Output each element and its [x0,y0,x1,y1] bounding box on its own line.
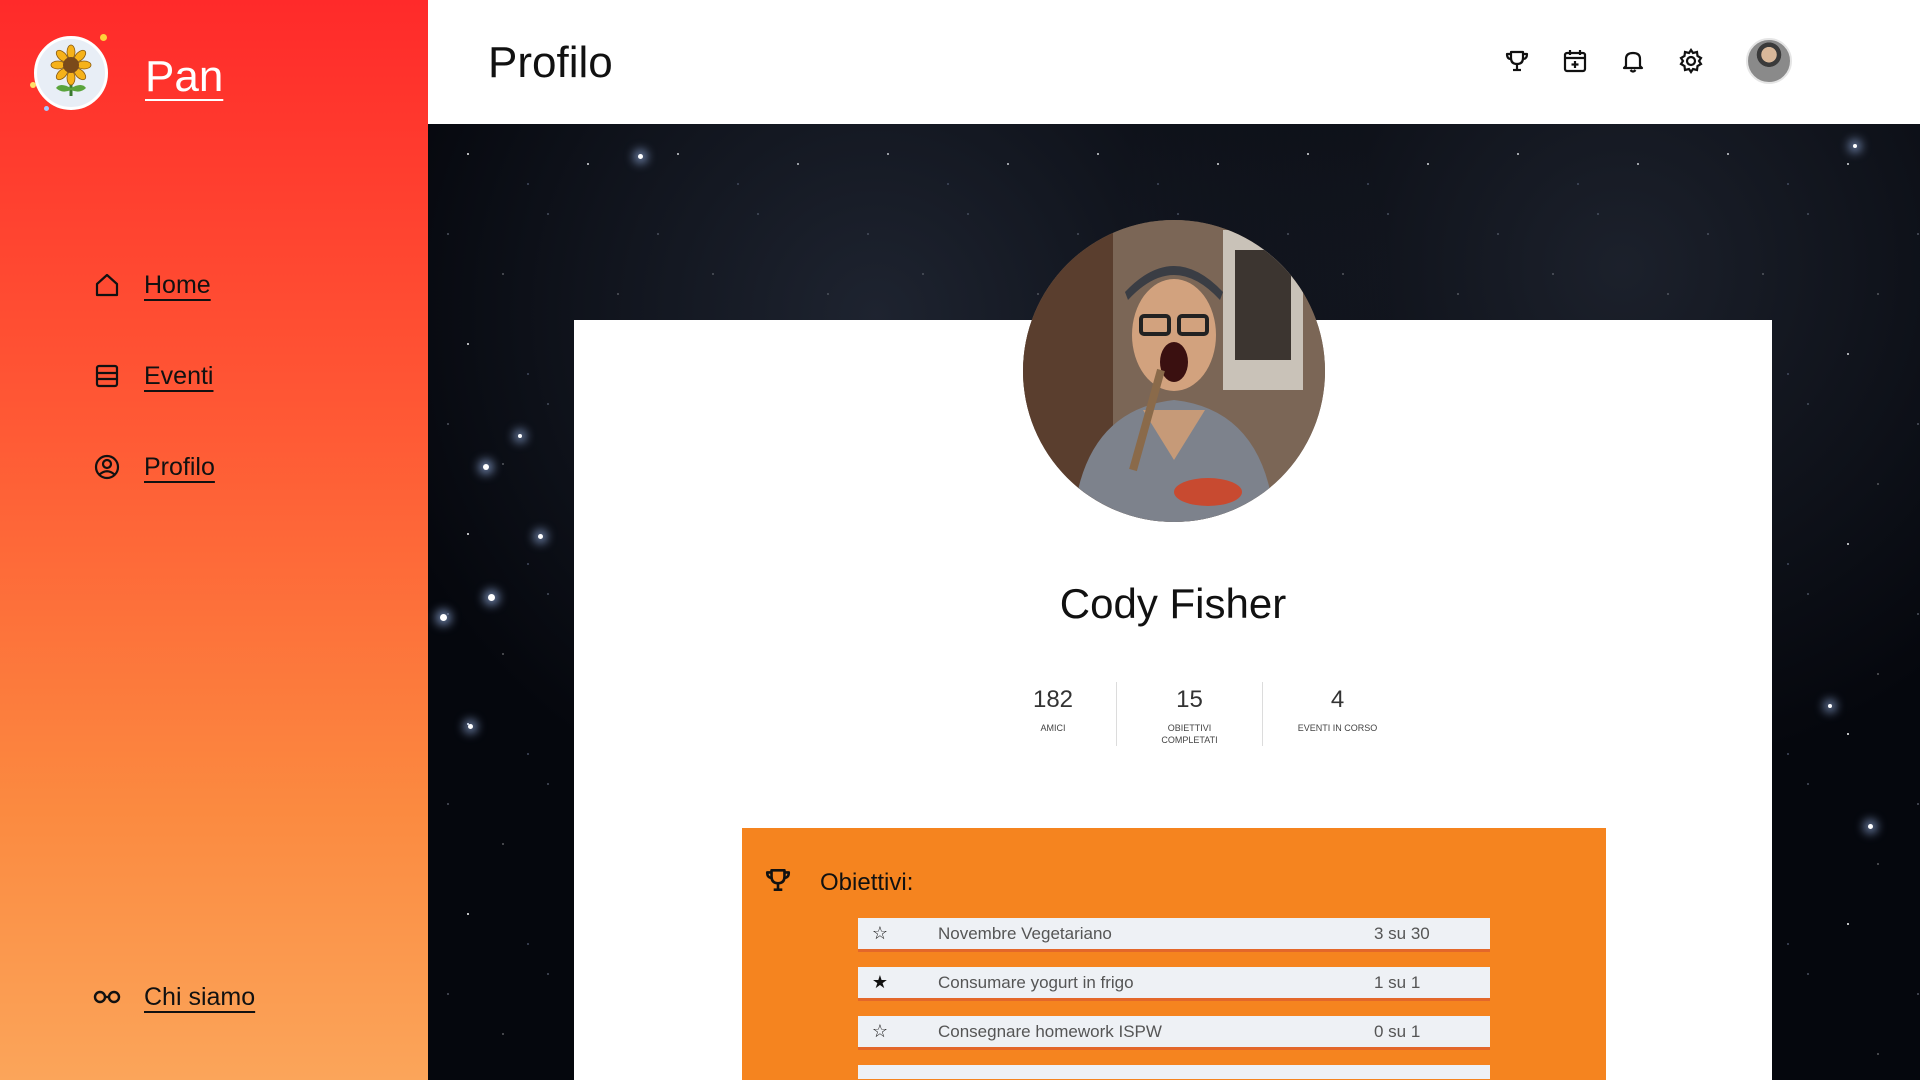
star [638,154,643,159]
star-filled-icon[interactable]: ★ [858,972,902,993]
objective-row-partial[interactable] [858,1065,1490,1079]
app-logo[interactable] [34,36,108,110]
stat-eventi-in-corso[interactable]: 4 EVENTI IN CORSO [1262,682,1412,746]
logo-sparkle [44,106,49,111]
stat-value: 4 [1330,686,1345,713]
profile-photo [1023,220,1325,522]
home-icon [92,270,122,300]
star [518,434,522,438]
sidebar-item-profilo[interactable]: Profilo [92,452,215,482]
logo-sparkle [100,34,107,41]
star [440,614,447,621]
objective-name: Consumare yogurt in frigo [938,972,1134,992]
app-brand-name[interactable]: Pan [145,52,223,102]
star [468,724,473,729]
star [538,534,543,539]
star [488,594,495,601]
sidebar: Pan Home Eventi Profilo Chi siamo [0,0,428,1080]
objective-row[interactable]: ★ Consumare yogurt in frigo 1 su 1 [858,967,1490,1001]
header-actions [1502,38,1792,84]
stat-amici[interactable]: 182 AMICI [990,682,1116,746]
star [1828,704,1832,708]
star [1853,144,1857,148]
top-header: Profilo [428,0,1920,124]
objective-name: Consegnare homework ISPW [938,1021,1162,1041]
page-title: Profilo [488,38,613,87]
star [483,464,489,470]
sidebar-item-eventi[interactable]: Eventi [92,361,213,391]
objective-progress: 0 su 1 [1374,1021,1421,1041]
stat-obiettivi-completati[interactable]: 15 OBIETTIVI COMPLETATI [1116,682,1262,746]
star-outline-icon[interactable]: ☆ [858,923,902,944]
stat-value: 182 [1032,686,1074,713]
bell-icon[interactable] [1618,46,1648,76]
stat-label: EVENTI IN CORSO [1297,723,1378,733]
objective-row[interactable]: ☆ Consegnare homework ISPW 0 su 1 [858,1016,1490,1050]
objectives-list: ☆ Novembre Vegetariano 3 su 30 ★ Consuma… [858,918,1490,1080]
sidebar-item-chi-siamo[interactable]: Chi siamo [92,982,255,1012]
trophy-icon[interactable] [1502,46,1532,76]
profile-name: Cody Fisher [1059,580,1287,627]
logo-sparkle [30,82,36,88]
objective-progress: 1 su 1 [1374,972,1421,992]
objective-progress: 3 su 30 [1374,923,1430,943]
gear-icon[interactable] [1676,46,1706,76]
stat-value: 15 [1176,686,1203,713]
objectives-title: Obiettivi: [820,868,914,896]
profile-stats: 182 AMICI 15 OBIETTIVI COMPLETATI 4 EVEN… [990,682,1412,746]
glasses-icon [92,982,122,1012]
sidebar-item-label: Chi siamo [144,982,256,1011]
user-circle-icon [92,452,122,482]
sidebar-item-label: Profilo [144,452,215,481]
objectives-panel: Obiettivi: ☆ Novembre Vegetariano 3 su 3… [742,828,1606,1080]
sidebar-item-home[interactable]: Home [92,270,211,300]
events-icon [92,361,122,391]
objectives-header: Obiettivi: [764,866,913,899]
star-outline-icon[interactable]: ☆ [858,1021,902,1042]
sidebar-item-label: Home [144,270,211,299]
star [1868,824,1873,829]
objective-row[interactable]: ☆ Novembre Vegetariano 3 su 30 [858,918,1490,952]
sidebar-item-label: Eventi [144,361,214,390]
objective-name: Novembre Vegetariano [938,923,1112,943]
user-avatar[interactable] [1746,38,1792,84]
stat-label: OBIETTIVI COMPLETATI [1161,723,1218,745]
sunflower-icon [44,42,98,105]
trophy-icon [764,866,792,899]
calendar-add-icon[interactable] [1560,46,1590,76]
stat-label: AMICI [1040,723,1066,733]
